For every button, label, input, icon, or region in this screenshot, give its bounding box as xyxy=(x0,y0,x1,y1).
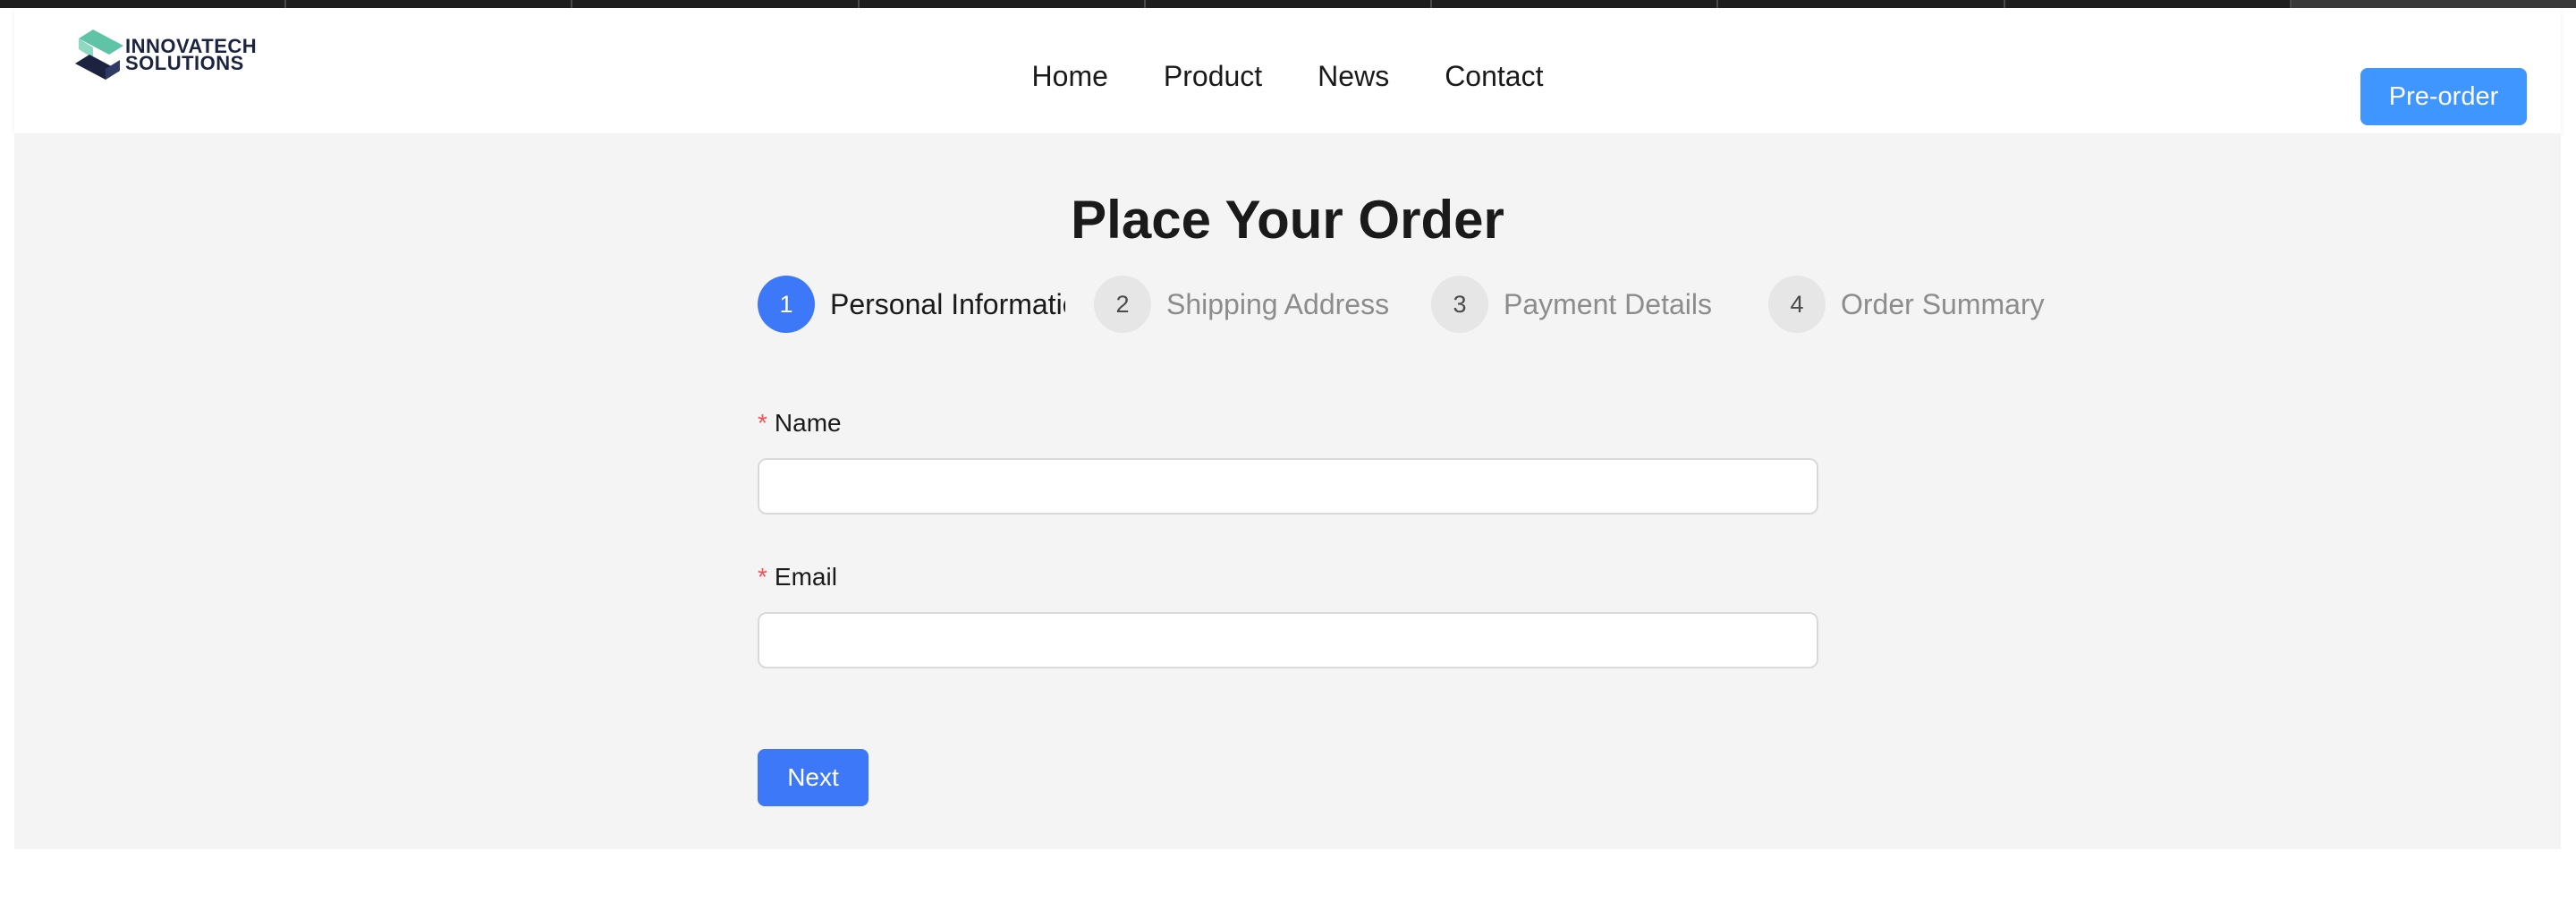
site-header: INNOVATECH SOLUTIONS Home Product News C… xyxy=(14,8,2561,133)
email-label-text: Email xyxy=(774,563,837,591)
required-mark: * xyxy=(758,409,767,437)
step-number-badge: 4 xyxy=(1768,276,1826,333)
step-personal-information[interactable]: 1 Personal Information xyxy=(758,276,1065,333)
strip-segment xyxy=(0,0,287,8)
email-label: * Email xyxy=(758,563,837,591)
email-input[interactable] xyxy=(758,612,1818,668)
strip-segment xyxy=(572,0,860,8)
strip-segment xyxy=(2005,0,2292,8)
nav-home-link[interactable]: Home xyxy=(1032,60,1108,93)
strip-segment xyxy=(286,0,573,8)
main-nav: Home Product News Contact xyxy=(14,60,2561,93)
step-label: Payment Details xyxy=(1504,287,1712,320)
step-label: Personal Information xyxy=(830,287,1065,320)
page-title: Place Your Order xyxy=(1071,190,1504,250)
step-shipping-address[interactable]: 2 Shipping Address xyxy=(1094,276,1389,333)
browser-top-strip xyxy=(0,0,2576,8)
step-number-badge: 1 xyxy=(758,276,815,333)
required-mark: * xyxy=(758,563,767,591)
strip-segment xyxy=(1432,0,1719,8)
name-label: * Name xyxy=(758,409,842,438)
strip-segment xyxy=(1718,0,2005,8)
pre-order-button[interactable]: Pre-order xyxy=(2360,68,2527,125)
step-order-summary[interactable]: 4 Order Summary xyxy=(1768,276,2045,333)
order-page-main: Place Your Order 1 Personal Information … xyxy=(14,133,2561,849)
strip-segment xyxy=(860,0,1146,8)
name-label-text: Name xyxy=(774,409,842,437)
step-label: Shipping Address xyxy=(1166,287,1390,320)
strip-segment xyxy=(2291,0,2576,8)
nav-news-link[interactable]: News xyxy=(1318,60,1389,93)
strip-segment xyxy=(1146,0,1433,8)
nav-product-link[interactable]: Product xyxy=(1164,60,1262,93)
next-button[interactable]: Next xyxy=(758,749,869,806)
nav-contact-link[interactable]: Contact xyxy=(1445,60,1543,93)
step-label: Order Summary xyxy=(1841,287,2045,320)
name-input[interactable] xyxy=(758,458,1818,515)
step-payment-details[interactable]: 3 Payment Details xyxy=(1431,276,1712,333)
step-number-badge: 2 xyxy=(1094,276,1151,333)
step-number-badge: 3 xyxy=(1431,276,1488,333)
